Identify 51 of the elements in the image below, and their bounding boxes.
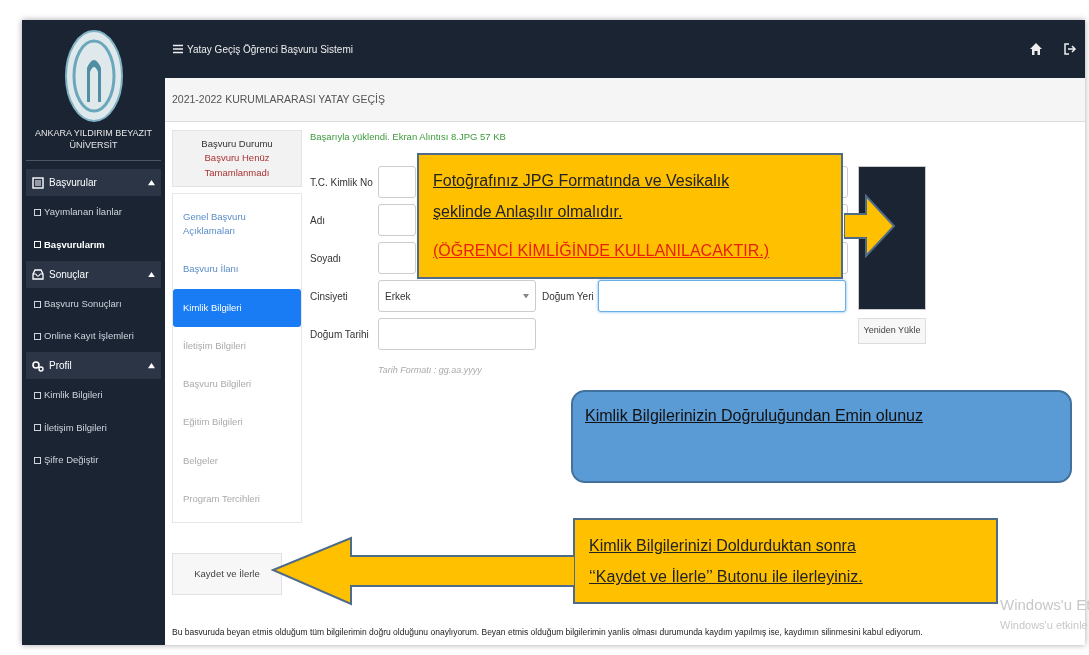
sidebar-item[interactable]: İletişim Bilgileri (22, 411, 165, 444)
callout-text: Kimlik Bilgilerinizin Doğruluğundan Emin olunuz (585, 406, 923, 426)
group-label: Başvurular (49, 176, 97, 191)
input-field[interactable] (598, 280, 846, 312)
inbox-icon (32, 268, 44, 281)
page-title: 2021-2022 KURUMLARARASI YATAY GEÇİŞ (172, 91, 385, 107)
logout-icon[interactable] (1063, 42, 1077, 56)
home-icon[interactable] (1029, 42, 1043, 56)
callout-text: şeklinde Anlaşılır olmalıdır. (433, 202, 623, 223)
step-tab[interactable]: Genel Başvuru Açıklamaları (173, 197, 301, 251)
reupload-button[interactable]: Yeniden Yükle (858, 318, 926, 344)
field-label: Soyadı (310, 251, 343, 266)
field-label: Adı (310, 213, 326, 228)
group-label: Sonuçlar (49, 267, 89, 282)
select-field[interactable]: Erkek (378, 280, 536, 312)
field-label: Doğum Yeri (541, 289, 595, 304)
save-next-button[interactable]: Kaydet ve İlerle (172, 553, 282, 595)
sidebar-item[interactable]: Online Kayıt İşlemleri (22, 320, 165, 353)
group-label: Profil (49, 359, 72, 374)
callout-text: ‘‘Kaydet ve İlerle’’ Butonu ile ilerleyiniz. (589, 567, 863, 588)
dropdown-caret-icon (523, 293, 529, 299)
sidebar-group[interactable]: Başvurular (26, 169, 161, 197)
input-field[interactable] (378, 242, 416, 274)
field-label: Doğum Tarihi (310, 327, 370, 342)
sidebar-group[interactable]: Sonuçlar (26, 260, 161, 288)
callout-text: Fotoğrafınız JPG Formatında ve Vesikalık (433, 171, 730, 191)
sidebar-group[interactable]: Profil (26, 352, 161, 380)
sidebar-item[interactable]: Yayımlanan İlanlar (22, 196, 165, 229)
status-value: Başvuru Henüz Tamamlanmadı (203, 151, 271, 180)
field-label: Cinsiyeti (310, 289, 349, 304)
input-field[interactable] (378, 166, 416, 198)
app-title: Yatay Geçiş Öğrenci Başvuru Sistemi (187, 42, 353, 57)
upload-message: Başarıyla yüklendi. Ekran Alıntısı 8.JPG 57 KB (310, 130, 507, 144)
list-icon (32, 176, 44, 189)
callout-text: Kimlik Bilgilerinizi Doldurduktan sonra (589, 536, 856, 556)
menu-icon[interactable] (173, 44, 183, 54)
date-format-hint: Tarih Formatı : gg.aa.yyyy (378, 364, 483, 377)
step-tab[interactable]: Kimlik Bilgileri (173, 288, 301, 327)
status-title: Başvuru Durumu (200, 137, 274, 151)
sidebar-item[interactable]: Kimlik Bilgileri (22, 379, 165, 412)
callout-note: (ÖĞRENCİ KİMLİĞİNDE KULLANILACAKTIR.) (433, 240, 770, 262)
sidebar-item[interactable]: Başvurularım (22, 228, 165, 261)
field-label: T.C. Kimlik No (310, 175, 374, 190)
sidebar-item[interactable]: Şifre Değiştir (22, 443, 165, 477)
university-name: ANKARA YILDIRIM BEYAZIT ÜNİVERSİT (26, 128, 161, 162)
input-field[interactable] (378, 204, 416, 236)
sidebar-item[interactable]: Başvuru Sonuçları (22, 287, 165, 321)
gears-icon (32, 359, 44, 372)
input-field[interactable] (378, 318, 536, 350)
step-tab[interactable]: Başvuru İlanı (173, 250, 301, 289)
consent-text: Bu basvuruda beyan etmis olduğum tüm bilgilerimin doğru olduğunu onaylıyorum. Beyan etmis olduğum bilgilerimin yanlis olması durumunda kaydım yapılmış ise, kaydımın silinmesini kabul ediyorum. (172, 626, 923, 639)
